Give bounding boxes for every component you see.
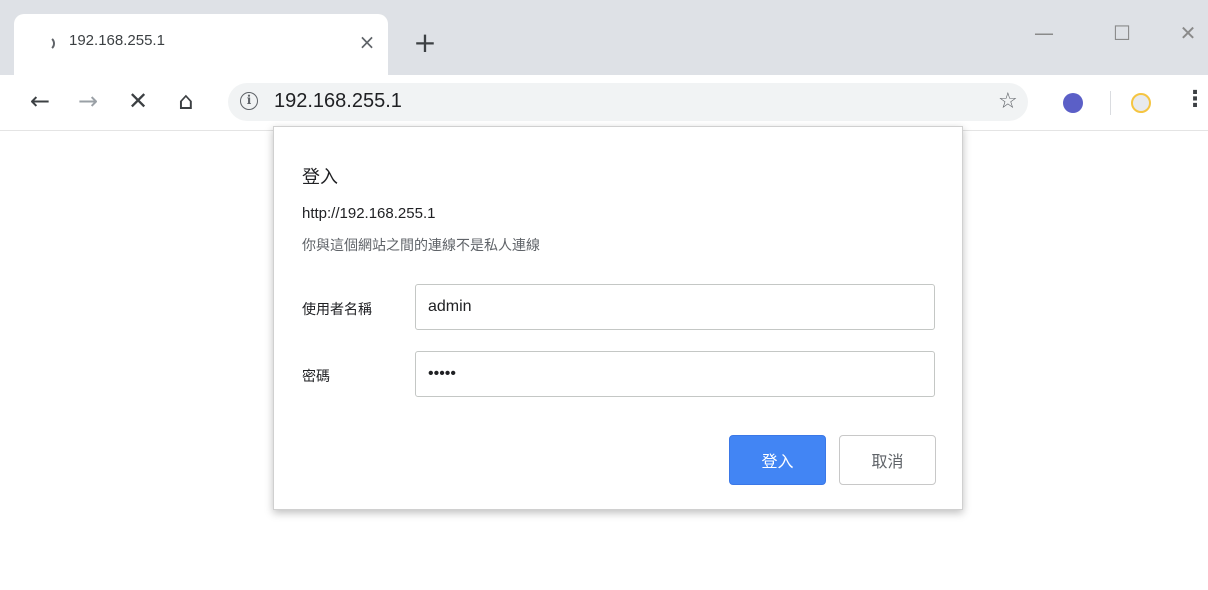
login-dialog: 登入 http://192.168.255.1 你與這個網站之間的連線不是私人連… bbox=[273, 126, 963, 510]
dialog-title: 登入 bbox=[302, 167, 338, 188]
tab-close-icon[interactable]: × bbox=[355, 30, 379, 54]
password-label: 密碼 bbox=[302, 369, 330, 385]
stop-button[interactable]: ✕ bbox=[120, 83, 156, 119]
cancel-button[interactable]: 取消 bbox=[839, 435, 936, 485]
back-button[interactable]: ← bbox=[22, 83, 58, 119]
toolbar-divider bbox=[1110, 91, 1111, 115]
maximize-button[interactable]: ☐ bbox=[1102, 18, 1142, 48]
minimize-button[interactable]: — bbox=[1024, 18, 1064, 48]
tab-title: 192.168.255.1 bbox=[69, 32, 165, 49]
username-input[interactable] bbox=[415, 284, 935, 330]
tab-strip: 192.168.255.1 × + — ☐ ✕ bbox=[0, 0, 1208, 75]
password-input[interactable] bbox=[415, 351, 935, 397]
forward-button[interactable]: → bbox=[70, 83, 106, 119]
connection-warning: 你與這個網站之間的連線不是私人連線 bbox=[302, 238, 540, 254]
new-tab-button[interactable]: + bbox=[410, 28, 440, 58]
loading-spinner-icon bbox=[40, 36, 55, 51]
login-button[interactable]: 登入 bbox=[729, 435, 826, 485]
browser-tab[interactable]: 192.168.255.1 × bbox=[14, 14, 388, 75]
address-bar-url[interactable]: 192.168.255.1 bbox=[274, 90, 402, 113]
window-close-button[interactable]: ✕ bbox=[1168, 18, 1208, 48]
home-button[interactable]: ⌂ bbox=[168, 83, 204, 119]
profile-avatar-icon[interactable] bbox=[1131, 93, 1151, 113]
extension-icon[interactable] bbox=[1063, 93, 1083, 113]
menu-icon[interactable]: ⋮ bbox=[1184, 87, 1206, 112]
bookmark-star-icon[interactable]: ☆ bbox=[998, 89, 1018, 114]
dialog-url: http://192.168.255.1 bbox=[302, 205, 436, 222]
info-icon[interactable]: i bbox=[240, 92, 258, 110]
username-label: 使用者名稱 bbox=[302, 302, 372, 318]
browser-toolbar: ← → ✕ ⌂ i 192.168.255.1 ☆ ⋮ bbox=[0, 75, 1208, 131]
address-bar[interactable]: i 192.168.255.1 ☆ bbox=[228, 83, 1028, 121]
